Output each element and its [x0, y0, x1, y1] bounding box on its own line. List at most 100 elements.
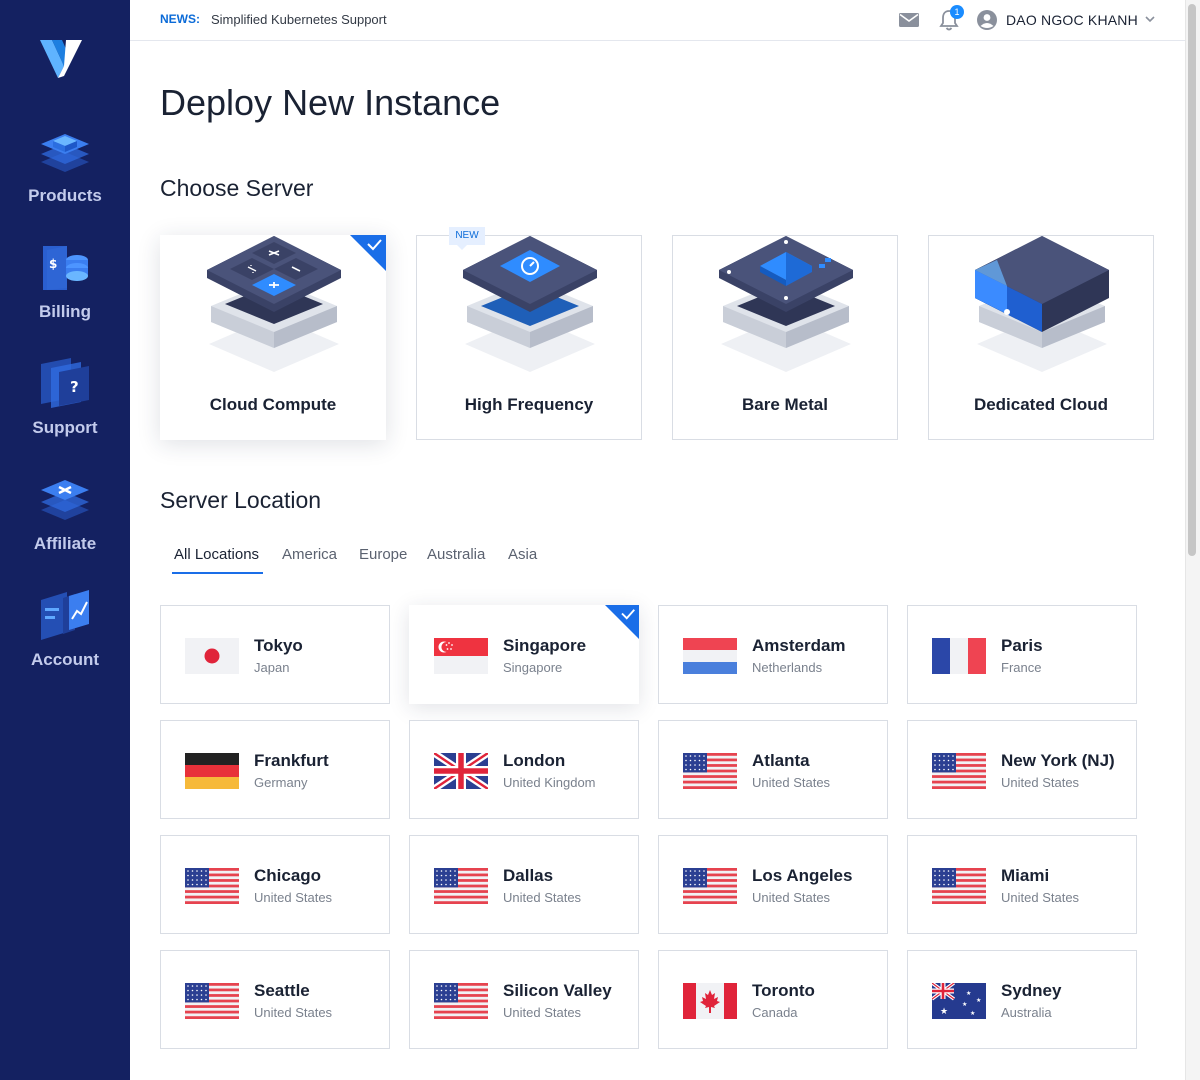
tab-europe[interactable]: Europe: [359, 546, 407, 563]
location-card-miami[interactable]: Miami United States: [907, 835, 1137, 934]
active-tab-indicator: [172, 572, 263, 574]
location-city: Amsterdam: [752, 636, 846, 655]
location-city: Sydney: [1001, 981, 1062, 1000]
us-flag-icon: [683, 753, 737, 789]
server-option-bare-metal[interactable]: Bare Metal: [672, 235, 898, 440]
sidebar-item-products[interactable]: Products: [0, 122, 130, 206]
sidebar-item-label: Account: [31, 650, 99, 669]
tab-america[interactable]: America: [282, 546, 337, 563]
top-bar: NEWS: Simplified Kubernetes Support 1 DA…: [130, 0, 1185, 41]
location-country: United States: [503, 890, 582, 905]
location-country: United States: [752, 890, 831, 905]
user-avatar-icon[interactable]: [976, 9, 998, 31]
location-card-atlanta[interactable]: Atlanta United States: [658, 720, 888, 819]
location-city: Toronto: [752, 981, 815, 1000]
location-card-amsterdam[interactable]: Amsterdam Netherlands: [658, 605, 888, 704]
location-city: Paris: [1001, 636, 1043, 655]
location-country: Germany: [254, 775, 308, 790]
location-country: France: [1001, 660, 1042, 675]
location-country: Canada: [752, 1005, 798, 1020]
user-name[interactable]: DAO NGOC KHANH: [1006, 12, 1138, 28]
location-country: United Kingdom: [503, 775, 596, 790]
location-country: Japan: [254, 660, 290, 675]
location-card-new-york[interactable]: New York (NJ) United States: [907, 720, 1137, 819]
server-option-high-frequency[interactable]: High Frequency: [416, 235, 642, 440]
location-country: Australia: [1001, 1005, 1052, 1020]
location-card-london[interactable]: London United Kingdom: [409, 720, 639, 819]
support-icon: ?: [41, 358, 89, 408]
us-flag-icon: [185, 983, 239, 1019]
mail-icon[interactable]: [898, 10, 920, 30]
svg-text:?: ?: [70, 378, 79, 396]
france-flag-icon: [932, 638, 986, 674]
location-card-singapore[interactable]: Singapore Singapore: [409, 605, 639, 704]
location-card-dallas[interactable]: Dallas United States: [409, 835, 639, 934]
server-option-label: Bare Metal: [742, 395, 828, 414]
scrollbar-thumb[interactable]: [1188, 4, 1196, 556]
uk-flag-icon: [434, 753, 488, 789]
location-country: United States: [1001, 890, 1080, 905]
cloud-compute-illustration: [207, 236, 341, 372]
sidebar-item-account[interactable]: Account: [0, 586, 130, 670]
news-link[interactable]: Simplified Kubernetes Support: [211, 12, 387, 27]
location-card-toronto[interactable]: Toronto Canada: [658, 950, 888, 1049]
location-card-seattle[interactable]: Seattle United States: [160, 950, 390, 1049]
tab-asia[interactable]: Asia: [508, 546, 537, 563]
server-option-dedicated-cloud[interactable]: Dedicated Cloud: [928, 235, 1154, 440]
svg-text:★: ★: [976, 997, 981, 1004]
location-card-paris[interactable]: Paris France: [907, 605, 1137, 704]
vultr-logo-icon[interactable]: [38, 36, 86, 78]
choose-server-title: Choose Server: [160, 175, 314, 201]
billing-icon: $: [43, 246, 88, 290]
location-card-chicago[interactable]: Chicago United States: [160, 835, 390, 934]
sidebar-item-label: Billing: [39, 302, 91, 321]
location-country: United States: [254, 890, 333, 905]
location-city: New York (NJ): [1001, 751, 1115, 770]
new-badge: NEW: [449, 227, 485, 250]
location-city: Los Angeles: [752, 866, 853, 885]
location-country: United States: [752, 775, 831, 790]
high-frequency-illustration: [463, 236, 597, 372]
tab-all-locations[interactable]: All Locations: [174, 546, 259, 563]
australia-flag-icon: ★ ★ ★ ★ ★: [932, 983, 986, 1019]
us-flag-icon: [932, 868, 986, 904]
location-card-sydney[interactable]: ★ ★ ★ ★ ★ Sydney Australia: [907, 950, 1137, 1049]
tab-australia[interactable]: Australia: [427, 546, 485, 563]
us-flag-icon: [434, 868, 488, 904]
sidebar-item-support[interactable]: ? Support: [0, 354, 130, 438]
server-location-title: Server Location: [160, 487, 322, 513]
location-country: United States: [503, 1005, 582, 1020]
location-card-tokyo[interactable]: Tokyo Japan: [160, 605, 390, 704]
selected-check-icon: [350, 235, 386, 271]
sidebar-item-label: Support: [32, 418, 98, 437]
us-flag-icon: [185, 868, 239, 904]
singapore-flag-icon: [434, 638, 488, 674]
affiliate-icon: [41, 480, 89, 520]
server-option-label: High Frequency: [464, 395, 594, 414]
location-card-los-angeles[interactable]: Los Angeles United States: [658, 835, 888, 934]
sidebar: Products $ Billing ? Support Affiliate A…: [0, 0, 130, 1080]
netherlands-flag-icon: [683, 638, 737, 674]
location-country: United States: [254, 1005, 333, 1020]
germany-flag-icon: [185, 753, 239, 789]
us-flag-icon: [434, 983, 488, 1019]
svg-text:$: $: [49, 257, 57, 271]
location-city: Dallas: [503, 866, 554, 885]
svg-text:★: ★: [966, 990, 971, 997]
location-card-silicon-valley[interactable]: Silicon Valley United States: [409, 950, 639, 1049]
us-flag-icon: [683, 868, 737, 904]
us-flag-icon: [932, 753, 986, 789]
account-icon: [41, 590, 89, 640]
chevron-down-icon[interactable]: [1144, 14, 1156, 24]
location-city: Miami: [1001, 866, 1050, 885]
location-city: London: [503, 751, 566, 770]
japan-flag-icon: [185, 638, 239, 674]
svg-text:★: ★: [962, 1001, 967, 1008]
selected-check-icon: [605, 605, 639, 639]
location-card-frankfurt[interactable]: Frankfurt Germany: [160, 720, 390, 819]
products-icon: [41, 134, 89, 172]
sidebar-item-billing[interactable]: $ Billing: [0, 238, 130, 322]
sidebar-item-affiliate[interactable]: Affiliate: [0, 470, 130, 554]
server-option-cloud-compute[interactable]: Cloud Compute: [160, 235, 386, 440]
location-city: Silicon Valley: [503, 981, 612, 1000]
